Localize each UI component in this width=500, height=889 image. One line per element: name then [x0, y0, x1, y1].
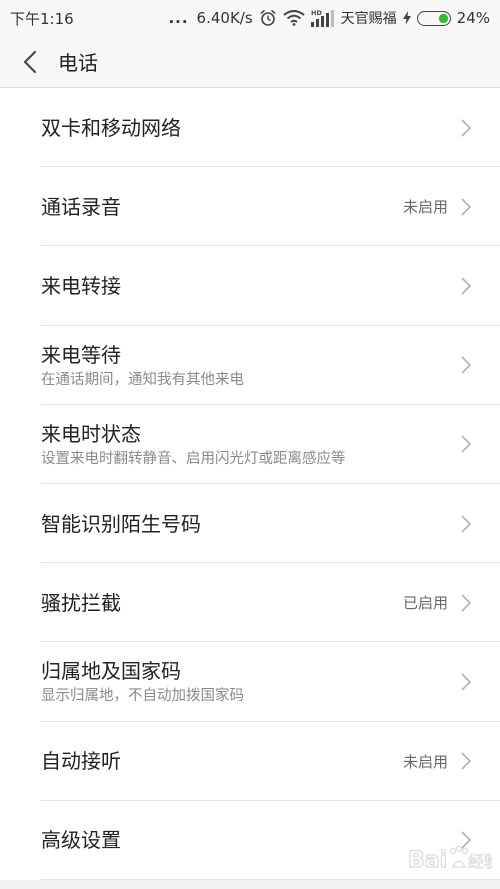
setting-title: 通话录音 [41, 194, 121, 219]
status-right: ... 6.40K/s HD 天官赐福 24% [168, 8, 490, 28]
setting-title: 骚扰拦截 [41, 590, 121, 615]
alarm-icon [259, 9, 277, 27]
setting-status: 未启用 [402, 198, 448, 217]
hd-signal-icon: HD [310, 9, 335, 27]
svg-text:HD: HD [311, 9, 322, 17]
setting-status: 已启用 [402, 594, 448, 613]
setting-call-recording[interactable]: 通话录音 未启用 [0, 167, 500, 247]
carrier-name: 天官赐福 [340, 11, 397, 27]
svg-text:经验: 经验 [468, 852, 492, 871]
bottom-strip [0, 880, 500, 889]
chevron-right-icon [460, 356, 472, 374]
setting-title: 来电转接 [41, 273, 121, 298]
setting-description: 显示归属地，不自动加拨国家码 [41, 688, 244, 705]
setting-description: 设置来电时翻转静音、启用闪光灯或距离感应等 [41, 450, 346, 467]
status-time: 下午1:16 [10, 9, 74, 28]
setting-call-forwarding[interactable]: 来电转接 [0, 246, 500, 326]
setting-status: 未启用 [402, 752, 448, 771]
setting-call-waiting[interactable]: 来电等待 在通话期间，通知我有其他来电 [0, 326, 500, 405]
setting-identify-unknown-numbers[interactable]: 智能识别陌生号码 [0, 484, 500, 564]
setting-title: 双卡和移动网络 [41, 115, 181, 140]
chevron-right-icon [460, 752, 472, 770]
back-chevron-icon[interactable] [6, 36, 54, 88]
chevron-right-icon [460, 435, 472, 453]
setting-title: 智能识别陌生号码 [41, 511, 201, 536]
wifi-icon [283, 10, 305, 26]
chevron-right-icon [460, 514, 472, 533]
setting-dual-sim[interactable]: 双卡和移动网络 [0, 88, 500, 168]
status-bar: 下午1:16 ... 6.40K/s HD 天官赐福 24% [0, 0, 500, 36]
chevron-right-icon [460, 673, 472, 691]
setting-title: 自动接听 [41, 749, 121, 774]
charging-icon [402, 11, 411, 25]
status-dots: ... [168, 9, 189, 27]
setting-harassment-blocking[interactable]: 骚扰拦截 已启用 [0, 563, 500, 643]
chevron-right-icon [460, 594, 472, 612]
setting-title: 高级设置 [41, 828, 121, 853]
chevron-right-icon [460, 198, 472, 216]
setting-description: 在通话期间，通知我有其他来电 [41, 371, 244, 388]
page-title: 电话 [58, 51, 98, 75]
setting-title: 来电时状态 [41, 421, 141, 446]
setting-auto-answer[interactable]: 自动接听 未启用 [0, 722, 500, 801]
baidu-watermark-logo: Bai 经验 [407, 841, 500, 875]
network-speed: 6.40K/s [196, 9, 253, 27]
chevron-right-icon [460, 277, 472, 295]
battery-icon [416, 10, 451, 26]
setting-title: 归属地及国家码 [41, 659, 181, 684]
battery-body [416, 10, 451, 26]
setting-incoming-call-state[interactable]: 来电时状态 设置来电时翻转静音、启用闪光灯或距离感应等 [0, 405, 500, 485]
app-header: 电话 [0, 36, 500, 88]
battery-percent: 24% [456, 9, 490, 27]
setting-title: 来电等待 [41, 342, 121, 367]
setting-location-country-code[interactable]: 归属地及国家码 显示归属地，不自动加拨国家码 [0, 642, 500, 722]
settings-list: 双卡和移动网络 通话录音 未启用 来电转接 来电等待 在通话期间，通知我有其他来… [0, 88, 500, 881]
chevron-right-icon [460, 119, 472, 137]
battery-fill [439, 13, 449, 23]
svg-text:Bai: Bai [408, 848, 447, 873]
